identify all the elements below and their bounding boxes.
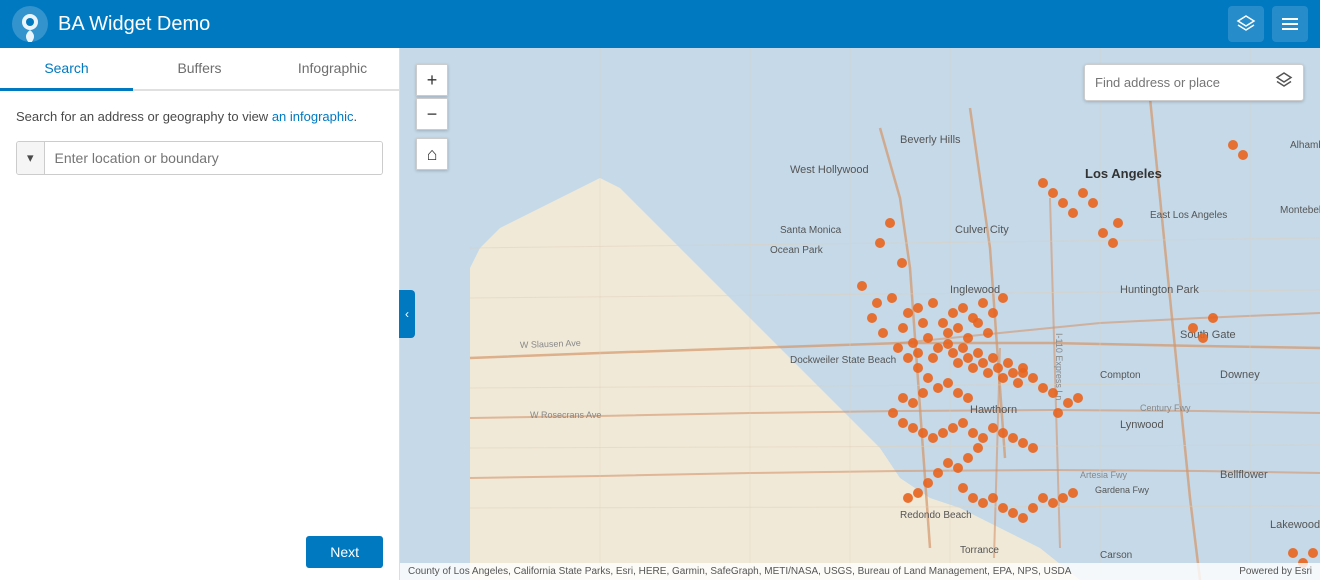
svg-text:Montebello: Montebello [1280,205,1320,216]
map-search-input[interactable] [1095,75,1275,90]
tab-infographic[interactable]: Infographic [266,48,399,91]
home-button[interactable]: ⌂ [416,138,448,170]
svg-text:Los Angeles: Los Angeles [1085,166,1162,181]
app-title: BA Widget Demo [58,13,1228,36]
main-content: Search Buffers Infographic Search for an… [0,48,1320,580]
svg-text:Gardena Fwy: Gardena Fwy [1095,485,1150,495]
map-canvas: West Hollywood Beverly Hills Santa Monic… [400,48,1320,580]
svg-text:Torrance: Torrance [960,545,999,556]
tab-buffers[interactable]: Buffers [133,48,266,91]
svg-text:East Los Angeles: East Los Angeles [1150,210,1227,221]
minus-icon: − [427,104,438,125]
map-attribution: County of Los Angeles, California State … [400,563,1320,580]
map-search-button[interactable] [1275,71,1293,94]
svg-text:W Slausen Ave: W Slausen Ave [520,338,581,350]
svg-text:Santa Monica: Santa Monica [780,225,842,236]
chevron-left-icon: ‹ [405,307,409,321]
dropdown-arrow-icon: ▾ [27,150,34,166]
panel-body: Search for an address or geography to vi… [0,91,399,524]
tab-search[interactable]: Search [0,48,133,91]
hamburger-icon [1280,14,1300,34]
map-area[interactable]: West Hollywood Beverly Hills Santa Monic… [400,48,1320,580]
svg-text:Huntington Park: Huntington Park [1120,284,1199,296]
svg-text:Dockweiler State Beach: Dockweiler State Beach [790,355,896,366]
map-search-bar [1084,64,1304,101]
svg-text:Ocean Park: Ocean Park [770,245,824,256]
svg-text:West Hollywood: West Hollywood [790,164,869,176]
svg-text:Bellflower: Bellflower [1220,469,1268,481]
location-search-input[interactable] [45,142,382,174]
svg-text:Downey: Downey [1220,369,1260,381]
side-panel: Search Buffers Infographic Search for an… [0,48,400,580]
svg-text:Alhambra: Alhambra [1290,140,1320,151]
plus-icon: + [427,70,438,91]
svg-text:Lakewood: Lakewood [1270,519,1320,531]
map-controls: + − ⌂ [416,64,448,170]
tab-bar: Search Buffers Infographic [0,48,399,91]
layers-button[interactable] [1228,6,1264,42]
svg-text:Redondo Beach: Redondo Beach [900,510,972,521]
svg-text:Artesia Fwy: Artesia Fwy [1080,470,1128,480]
panel-collapse-button[interactable]: ‹ [399,290,415,338]
next-button[interactable]: Next [306,536,383,568]
svg-text:Carson: Carson [1100,550,1132,561]
home-icon: ⌂ [427,144,438,165]
svg-text:Lynwood: Lynwood [1120,419,1164,431]
panel-description: Search for an address or geography to vi… [16,107,383,127]
top-bar-actions [1228,6,1308,42]
svg-text:Compton: Compton [1100,370,1141,381]
svg-text:Culver City: Culver City [955,224,1009,236]
app-logo-icon [12,6,48,42]
attribution-text: County of Los Angeles, California State … [408,566,1071,577]
zoom-out-button[interactable]: − [416,98,448,130]
svg-text:Inglewood: Inglewood [950,284,1000,296]
svg-text:W Rosecrans Ave: W Rosecrans Ave [530,410,601,420]
layers-icon [1236,14,1256,34]
svg-text:Hawthorn: Hawthorn [970,404,1017,416]
top-bar: BA Widget Demo [0,0,1320,48]
svg-text:Beverly Hills: Beverly Hills [900,134,961,146]
search-type-dropdown[interactable]: ▾ [17,142,45,174]
search-input-row: ▾ [16,141,383,175]
panel-footer: Next [0,524,399,580]
powered-by-text: Powered by Esri [1239,566,1312,577]
infographic-link[interactable]: an infographic [272,109,354,124]
menu-button[interactable] [1272,6,1308,42]
zoom-in-button[interactable]: + [416,64,448,96]
svg-text:Century Fwy: Century Fwy [1140,403,1191,413]
map-layers-icon [1275,71,1293,89]
